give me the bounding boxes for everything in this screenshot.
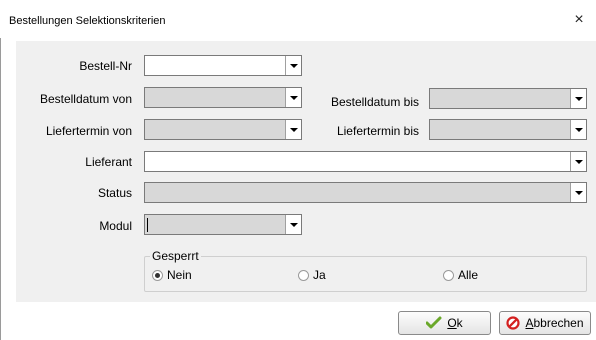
cancel-label: Abbrechen — [525, 316, 583, 330]
ok-label: Ok — [447, 316, 462, 330]
chevron-down-icon — [574, 159, 583, 164]
lieferant-dropdown-button[interactable] — [570, 152, 586, 171]
bestell-nr-label: Bestell-Nr — [79, 59, 132, 73]
prohibited-icon — [506, 316, 521, 330]
gesperrt-group — [144, 256, 587, 292]
radio-nein-indicator[interactable] — [152, 269, 163, 281]
liefertermin-bis-dropdown-button[interactable] — [570, 120, 586, 139]
liefertermin-von-label: Liefertermin von — [45, 124, 132, 138]
radio-ja-indicator[interactable] — [298, 269, 309, 281]
ok-mnemonic: O — [447, 316, 457, 330]
status-combo[interactable] — [144, 182, 587, 203]
bestelldatum-von-combo[interactable] — [144, 87, 302, 108]
radio-ja-label: Ja — [313, 268, 326, 282]
checkmark-icon — [426, 316, 442, 330]
chevron-down-icon — [289, 127, 298, 132]
title-bar: Bestellungen Selektionskriterien × — [0, 0, 596, 38]
modul-dropdown-button[interactable] — [285, 215, 301, 234]
liefertermin-bis-label: Liefertermin bis — [336, 124, 419, 138]
window-border — [0, 0, 1, 340]
chevron-down-icon — [574, 190, 583, 195]
chevron-down-icon — [289, 95, 298, 100]
radio-alle-label: Alle — [458, 268, 479, 282]
modul-combo[interactable] — [144, 214, 302, 235]
lieferant-label: Lieferant — [85, 155, 132, 169]
close-icon[interactable]: × — [568, 10, 590, 30]
radio-alle[interactable]: Alle — [443, 268, 478, 282]
chevron-down-icon — [574, 127, 583, 132]
bestelldatum-von-dropdown-button[interactable] — [285, 88, 301, 107]
cancel-label-rest: bbrechen — [533, 316, 584, 330]
ok-button[interactable]: Ok — [398, 311, 491, 335]
status-dropdown-button[interactable] — [570, 183, 586, 202]
chevron-down-icon — [289, 222, 298, 227]
bestelldatum-bis-label: Bestelldatum bis — [330, 95, 419, 109]
radio-ja[interactable]: Ja — [298, 268, 326, 282]
gesperrt-label: Gesperrt — [150, 249, 201, 263]
status-label: Status — [97, 186, 132, 200]
dialog-window: Bestellungen Selektionskriterien × Beste… — [0, 0, 596, 340]
radio-nein-label: Nein — [167, 268, 192, 282]
liefertermin-von-dropdown-button[interactable] — [285, 120, 301, 139]
chevron-down-icon — [574, 96, 583, 101]
bestelldatum-bis-combo[interactable] — [429, 88, 587, 109]
bestell-nr-combo[interactable] — [144, 55, 302, 76]
lieferant-combo[interactable] — [144, 151, 587, 172]
chevron-down-icon — [289, 63, 298, 68]
cancel-button[interactable]: Abbrechen — [499, 311, 591, 335]
text-cursor — [147, 218, 148, 232]
liefertermin-von-combo[interactable] — [144, 119, 302, 140]
liefertermin-bis-combo[interactable] — [429, 119, 587, 140]
bestelldatum-bis-dropdown-button[interactable] — [570, 89, 586, 108]
bestelldatum-von-label: Bestelldatum von — [39, 92, 132, 106]
bestell-nr-dropdown-button[interactable] — [285, 56, 301, 75]
ok-label-rest: k — [456, 316, 463, 330]
radio-nein[interactable]: Nein — [152, 268, 192, 282]
radio-alle-indicator[interactable] — [443, 269, 454, 281]
window-title: Bestellungen Selektionskriterien — [9, 15, 166, 27]
modul-label: Modul — [99, 219, 132, 233]
